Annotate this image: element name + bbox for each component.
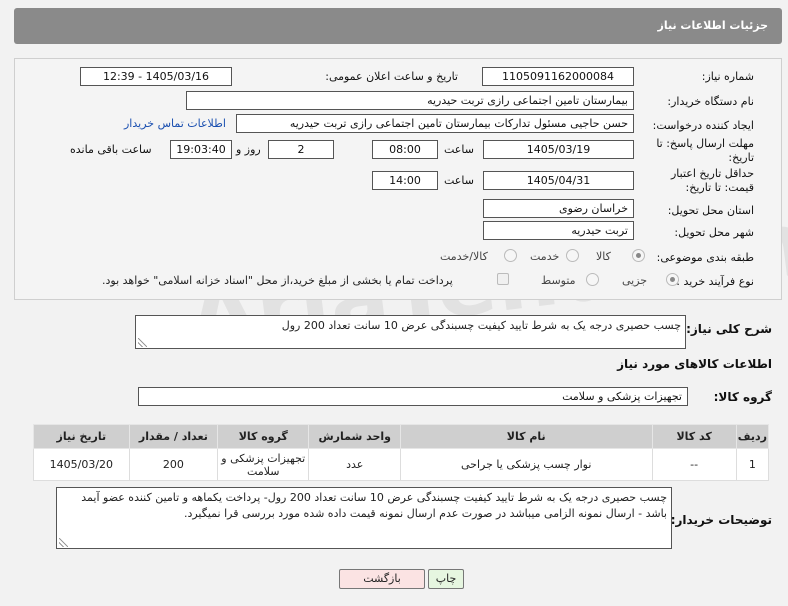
- goods-group-field: تجهیزات پزشکی و سلامت: [138, 387, 688, 406]
- buyer-notes-text: چسب حصیری درجه یک به شرط تایید کیفیت چسب…: [81, 491, 667, 520]
- col-unit: واحد شمارش: [308, 424, 401, 449]
- summary-text: چسب حصیری درجه یک به شرط تایید کیفیت چسب…: [281, 319, 681, 332]
- summary-textarea[interactable]: چسب حصیری درجه یک به شرط تایید کیفیت چسب…: [135, 315, 686, 349]
- process-type-label: نوع فرآیند خرید :: [676, 275, 754, 288]
- process-radio-minor[interactable]: [666, 273, 679, 286]
- city-label: شهر محل تحویل:: [674, 226, 754, 239]
- print-button[interactable]: چاپ: [428, 569, 464, 589]
- need-number-label: شماره نیاز:: [701, 70, 754, 83]
- back-button[interactable]: بازگشت: [339, 569, 425, 589]
- goods-table-header: ردیف کد کالا نام کالا واحد شمارش گروه کا…: [33, 424, 770, 449]
- process-radio-medium[interactable]: [586, 273, 599, 286]
- remaining-time-field: 19:03:40: [170, 140, 232, 159]
- resize-handle-icon[interactable]: [138, 338, 147, 347]
- col-qty: تعداد / مقدار: [128, 424, 219, 449]
- creator-label: ایجاد کننده درخواست:: [652, 119, 754, 132]
- col-name: نام کالا: [399, 424, 653, 449]
- goods-section-title: اطلاعات کالاهای مورد نیاز: [617, 357, 772, 371]
- buyer-org-field: بیمارستان تامین اجتماعی رازی تربت حیدریه: [186, 91, 634, 110]
- category-option-service: خدمت: [530, 250, 560, 263]
- process-option-minor: جزیی: [622, 274, 648, 287]
- goods-table: ردیف کد کالا نام کالا واحد شمارش گروه کا…: [33, 424, 770, 481]
- cell-code: --: [651, 448, 737, 481]
- reply-time-label: ساعت: [444, 143, 474, 156]
- resize-handle-icon[interactable]: [59, 538, 68, 547]
- treasury-payment-checkbox[interactable]: [497, 273, 509, 285]
- page-title: جزئیات اطلاعات نیاز: [657, 19, 769, 32]
- price-validity-time-label: ساعت: [444, 174, 474, 187]
- reply-date-field: 1405/03/19: [483, 140, 634, 159]
- buyer-contact-link[interactable]: اطلاعات تماس خریدار: [124, 117, 226, 130]
- category-radio-goods[interactable]: [632, 249, 645, 262]
- category-radio-goods-service[interactable]: [504, 249, 517, 262]
- cell-row: 1: [735, 448, 770, 481]
- goods-group-label: گروه کالا:: [713, 390, 772, 404]
- cell-name: نوار چسب پزشکی یا جراحی: [399, 448, 653, 481]
- city-field: تربت حیدریه: [483, 221, 634, 240]
- province-field: خراسان رضوی: [483, 199, 634, 218]
- col-group: گروه کالا: [217, 424, 310, 449]
- remaining-time-label: ساعت باقی مانده: [70, 143, 152, 156]
- treasury-payment-note: پرداخت تمام یا بخشی از مبلغ خرید،از محل …: [102, 274, 453, 287]
- summary-label: شرح کلی نیاز:: [686, 322, 772, 336]
- announce-datetime-field: 1405/03/16 - 12:39: [80, 67, 232, 86]
- buyer-notes-textarea[interactable]: چسب حصیری درجه یک به شرط تایید کیفیت چسب…: [56, 487, 672, 549]
- buyer-org-label: نام دستگاه خریدار:: [667, 95, 754, 108]
- days-label: روز و: [236, 143, 261, 156]
- cell-date: 1405/03/20: [33, 448, 130, 481]
- cell-unit: عدد: [308, 448, 401, 481]
- category-radio-service[interactable]: [566, 249, 579, 262]
- page-header: جزئیات اطلاعات نیاز: [14, 8, 782, 44]
- need-number-field: 1105091162000084: [482, 67, 634, 86]
- announce-datetime-label: تاریخ و ساعت اعلان عمومی:: [325, 70, 458, 83]
- col-date: تاریخ نیاز: [33, 424, 130, 449]
- province-label: استان محل تحویل:: [667, 204, 754, 217]
- category-option-goods: کالا: [596, 250, 611, 263]
- price-validity-date-field: 1405/04/31: [483, 171, 634, 190]
- creator-field: حسن حاجیی مسئول تدارکات بیمارستان تامین …: [236, 114, 634, 133]
- price-validity-time-field: 14:00: [372, 171, 438, 190]
- category-option-goods-service: کالا/خدمت: [440, 250, 488, 263]
- reply-time-field: 08:00: [372, 140, 438, 159]
- reply-deadline-label: مهلت ارسال پاسخ: تا تاریخ:: [656, 137, 754, 164]
- cell-qty: 200: [128, 448, 219, 481]
- process-option-medium: متوسط: [541, 274, 576, 287]
- col-row: ردیف: [735, 424, 770, 449]
- cell-group: تجهیزات پزشکی و سلامت: [217, 448, 310, 481]
- category-label: طبقه بندی موضوعی:: [656, 251, 754, 264]
- days-remaining-field: 2: [268, 140, 334, 159]
- table-row: 1 -- نوار چسب پزشکی یا جراحی عدد تجهیزات…: [33, 448, 770, 481]
- buyer-notes-label: توضیحات خریدار:: [670, 513, 772, 527]
- price-validity-label: حداقل تاریخ اعتبار قیمت: تا تاریخ:: [670, 167, 754, 194]
- col-code: کد کالا: [651, 424, 737, 449]
